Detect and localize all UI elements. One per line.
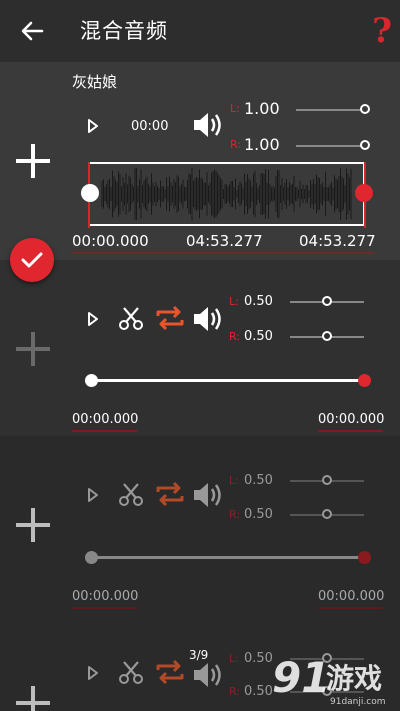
selection-underline bbox=[72, 252, 374, 254]
right-volume-value: 0.50 bbox=[244, 684, 273, 699]
end-time: 00:00.000 bbox=[318, 412, 385, 427]
left-volume-value: 1.00 bbox=[244, 99, 280, 118]
right-channel-label: R: bbox=[229, 330, 241, 343]
left-channel-label: L: bbox=[230, 102, 240, 115]
start-time-underline bbox=[72, 430, 137, 432]
speaker-icon[interactable] bbox=[192, 110, 224, 140]
scissors-icon[interactable] bbox=[118, 482, 144, 508]
left-channel-label: L: bbox=[229, 295, 239, 308]
left-channel-label: L: bbox=[229, 474, 239, 487]
trim-range-bar[interactable] bbox=[91, 556, 364, 559]
help-button[interactable]: ? bbox=[372, 12, 392, 50]
left-volume-value: 0.50 bbox=[244, 473, 273, 488]
start-time: 00:00.000 bbox=[72, 412, 139, 427]
right-volume-knob[interactable] bbox=[322, 331, 332, 341]
svg-text:91: 91 bbox=[272, 653, 330, 702]
track-1: 灰姑娘 00:00 L: 1.00 R: 1.00 00:00.000 04:5… bbox=[0, 62, 400, 260]
right-volume-value: 0.50 bbox=[244, 329, 273, 344]
end-time: 04:53.277 bbox=[299, 232, 376, 250]
speaker-icon[interactable] bbox=[192, 660, 224, 690]
trim-end-handle[interactable] bbox=[355, 184, 373, 202]
track-3: L: 0.50 R: 0.50 00:00.000 00:00.000 bbox=[0, 436, 400, 612]
play-icon[interactable] bbox=[86, 311, 100, 327]
plus-icon[interactable] bbox=[16, 332, 50, 366]
plus-icon[interactable] bbox=[16, 144, 50, 178]
left-volume-knob[interactable] bbox=[322, 475, 332, 485]
trim-end-handle[interactable] bbox=[358, 374, 371, 387]
right-volume-knob[interactable] bbox=[360, 140, 370, 150]
svg-text:91danji.com: 91danji.com bbox=[330, 697, 385, 707]
play-icon[interactable] bbox=[86, 487, 100, 503]
plus-icon[interactable] bbox=[16, 508, 50, 542]
trim-start-handle[interactable] bbox=[81, 184, 99, 202]
waveform-selection[interactable] bbox=[88, 162, 365, 226]
right-channel-label: R: bbox=[230, 138, 242, 151]
position-time: 00:00 bbox=[131, 119, 169, 134]
loop-icon[interactable] bbox=[155, 658, 185, 686]
trim-start-handle[interactable] bbox=[85, 551, 98, 564]
speaker-icon[interactable] bbox=[192, 304, 224, 334]
selected-check-button[interactable] bbox=[10, 238, 54, 282]
start-time: 00:00.000 bbox=[72, 232, 149, 250]
right-channel-label: R: bbox=[229, 508, 241, 521]
left-channel-label: L: bbox=[229, 652, 239, 665]
svg-text:游戏: 游戏 bbox=[326, 662, 382, 695]
right-volume-slider[interactable] bbox=[296, 145, 366, 147]
left-volume-value: 0.50 bbox=[244, 294, 273, 309]
page-title: 混合音频 bbox=[80, 19, 168, 43]
end-time-underline bbox=[318, 607, 383, 609]
left-volume-slider[interactable] bbox=[296, 109, 366, 111]
waveform bbox=[101, 167, 352, 221]
track-2: L: 0.50 R: 0.50 00:00.000 00:00.000 bbox=[0, 260, 400, 436]
back-arrow-icon[interactable] bbox=[18, 17, 46, 45]
end-time-underline bbox=[318, 430, 383, 432]
start-time: 00:00.000 bbox=[72, 589, 139, 604]
scissors-icon[interactable] bbox=[118, 306, 144, 332]
trim-start-handle[interactable] bbox=[85, 374, 98, 387]
left-volume-knob[interactable] bbox=[360, 104, 370, 114]
trim-range-bar[interactable] bbox=[91, 379, 364, 382]
track-name: 灰姑娘 bbox=[72, 73, 118, 91]
right-volume-knob[interactable] bbox=[322, 509, 332, 519]
duration-time: 04:53.277 bbox=[186, 232, 263, 250]
end-time: 00:00.000 bbox=[318, 589, 385, 604]
right-volume-value: 1.00 bbox=[244, 135, 280, 154]
right-channel-label: R: bbox=[229, 685, 241, 698]
scissors-icon[interactable] bbox=[118, 660, 144, 686]
right-volume-value: 0.50 bbox=[244, 507, 273, 522]
play-icon[interactable] bbox=[86, 118, 100, 134]
play-icon[interactable] bbox=[86, 665, 100, 681]
plus-icon[interactable] bbox=[16, 686, 50, 711]
top-bar: 混合音频 ? bbox=[0, 0, 400, 62]
left-volume-value: 0.50 bbox=[244, 651, 273, 666]
speaker-icon[interactable] bbox=[192, 480, 224, 510]
trim-end-handle[interactable] bbox=[358, 551, 371, 564]
start-time-underline bbox=[72, 607, 137, 609]
loop-icon[interactable] bbox=[155, 480, 185, 508]
checkmark-icon bbox=[21, 252, 43, 268]
left-volume-knob[interactable] bbox=[322, 296, 332, 306]
loop-icon[interactable] bbox=[155, 304, 185, 332]
site-watermark-logo: 91 游戏 91danji.com bbox=[272, 653, 385, 707]
mix-audio-screen: 混合音频 ? 灰姑娘 00:00 L: 1.00 R: 1.00 00:00.0… bbox=[0, 0, 400, 711]
